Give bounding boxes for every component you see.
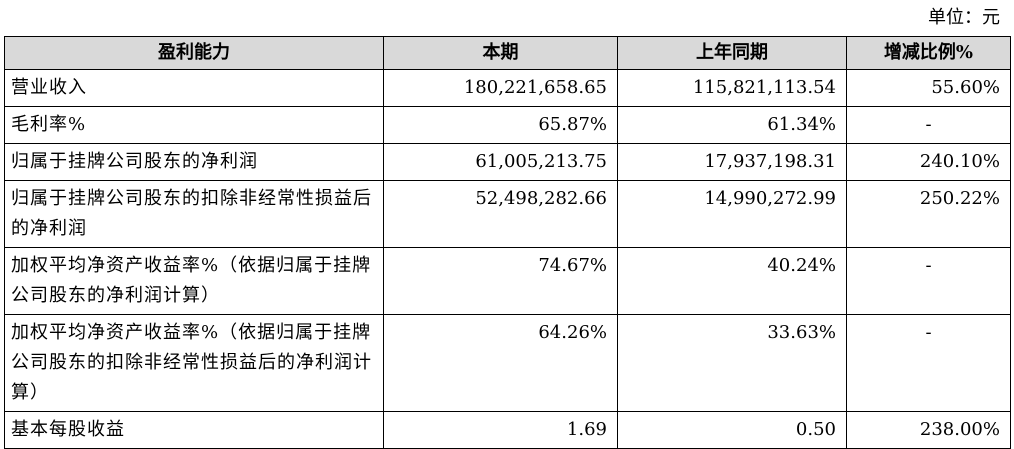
change-value: - [846, 247, 1011, 315]
table-row: 毛利率% 65.87% 61.34% - [4, 106, 1011, 144]
prior-value: 0.50 [617, 411, 847, 449]
prior-value: 17,937,198.31 [617, 143, 847, 181]
prior-value: 61.34% [617, 106, 847, 144]
change-value: - [846, 314, 1011, 412]
current-value: 74.67% [383, 247, 618, 315]
header-current-period: 本期 [383, 36, 618, 70]
row-label: 加权平均净资产收益率%（依据归属于挂牌公司股东的净利润计算） [4, 247, 384, 315]
row-label: 营业收入 [4, 69, 384, 107]
table-row: 归属于挂牌公司股东的扣除非经常性损益后的净利润 52,498,282.66 14… [4, 180, 1011, 248]
current-value: 61,005,213.75 [383, 143, 618, 181]
change-value: 238.00% [846, 411, 1011, 449]
table-row: 加权平均净资产收益率%（依据归属于挂牌公司股东的净利润计算） 74.67% 40… [4, 247, 1011, 315]
row-label: 归属于挂牌公司股东的净利润 [4, 143, 384, 181]
row-label: 毛利率% [4, 106, 384, 144]
change-value: 250.22% [846, 180, 1011, 248]
prior-value: 115,821,113.54 [617, 69, 847, 107]
header-prior-period: 上年同期 [617, 36, 847, 70]
row-label: 加权平均净资产收益率%（依据归属于挂牌公司股东的扣除非经常性损益后的净利润计算） [4, 314, 384, 412]
table-header-row: 盈利能力 本期 上年同期 增减比例% [4, 36, 1011, 70]
current-value: 180,221,658.65 [383, 69, 618, 107]
change-value: 240.10% [846, 143, 1011, 181]
prior-value: 40.24% [617, 247, 847, 315]
header-change-percent: 增减比例% [846, 36, 1011, 70]
profitability-table: 盈利能力 本期 上年同期 增减比例% 营业收入 180,221,658.65 1… [4, 36, 1011, 449]
unit-label: 单位：元 [928, 7, 1000, 28]
row-label: 基本每股收益 [4, 411, 384, 449]
current-value: 1.69 [383, 411, 618, 449]
table-row: 归属于挂牌公司股东的净利润 61,005,213.75 17,937,198.3… [4, 143, 1011, 181]
prior-value: 33.63% [617, 314, 847, 412]
change-value: - [846, 106, 1011, 144]
row-label: 归属于挂牌公司股东的扣除非经常性损益后的净利润 [4, 180, 384, 248]
change-value: 55.60% [846, 69, 1011, 107]
table-row: 营业收入 180,221,658.65 115,821,113.54 55.60… [4, 69, 1011, 107]
table-row: 基本每股收益 1.69 0.50 238.00% [4, 411, 1011, 449]
current-value: 64.26% [383, 314, 618, 412]
header-item: 盈利能力 [4, 36, 384, 70]
prior-value: 14,990,272.99 [617, 180, 847, 248]
current-value: 65.87% [383, 106, 618, 144]
current-value: 52,498,282.66 [383, 180, 618, 248]
table-row: 加权平均净资产收益率%（依据归属于挂牌公司股东的扣除非经常性损益后的净利润计算）… [4, 314, 1011, 412]
